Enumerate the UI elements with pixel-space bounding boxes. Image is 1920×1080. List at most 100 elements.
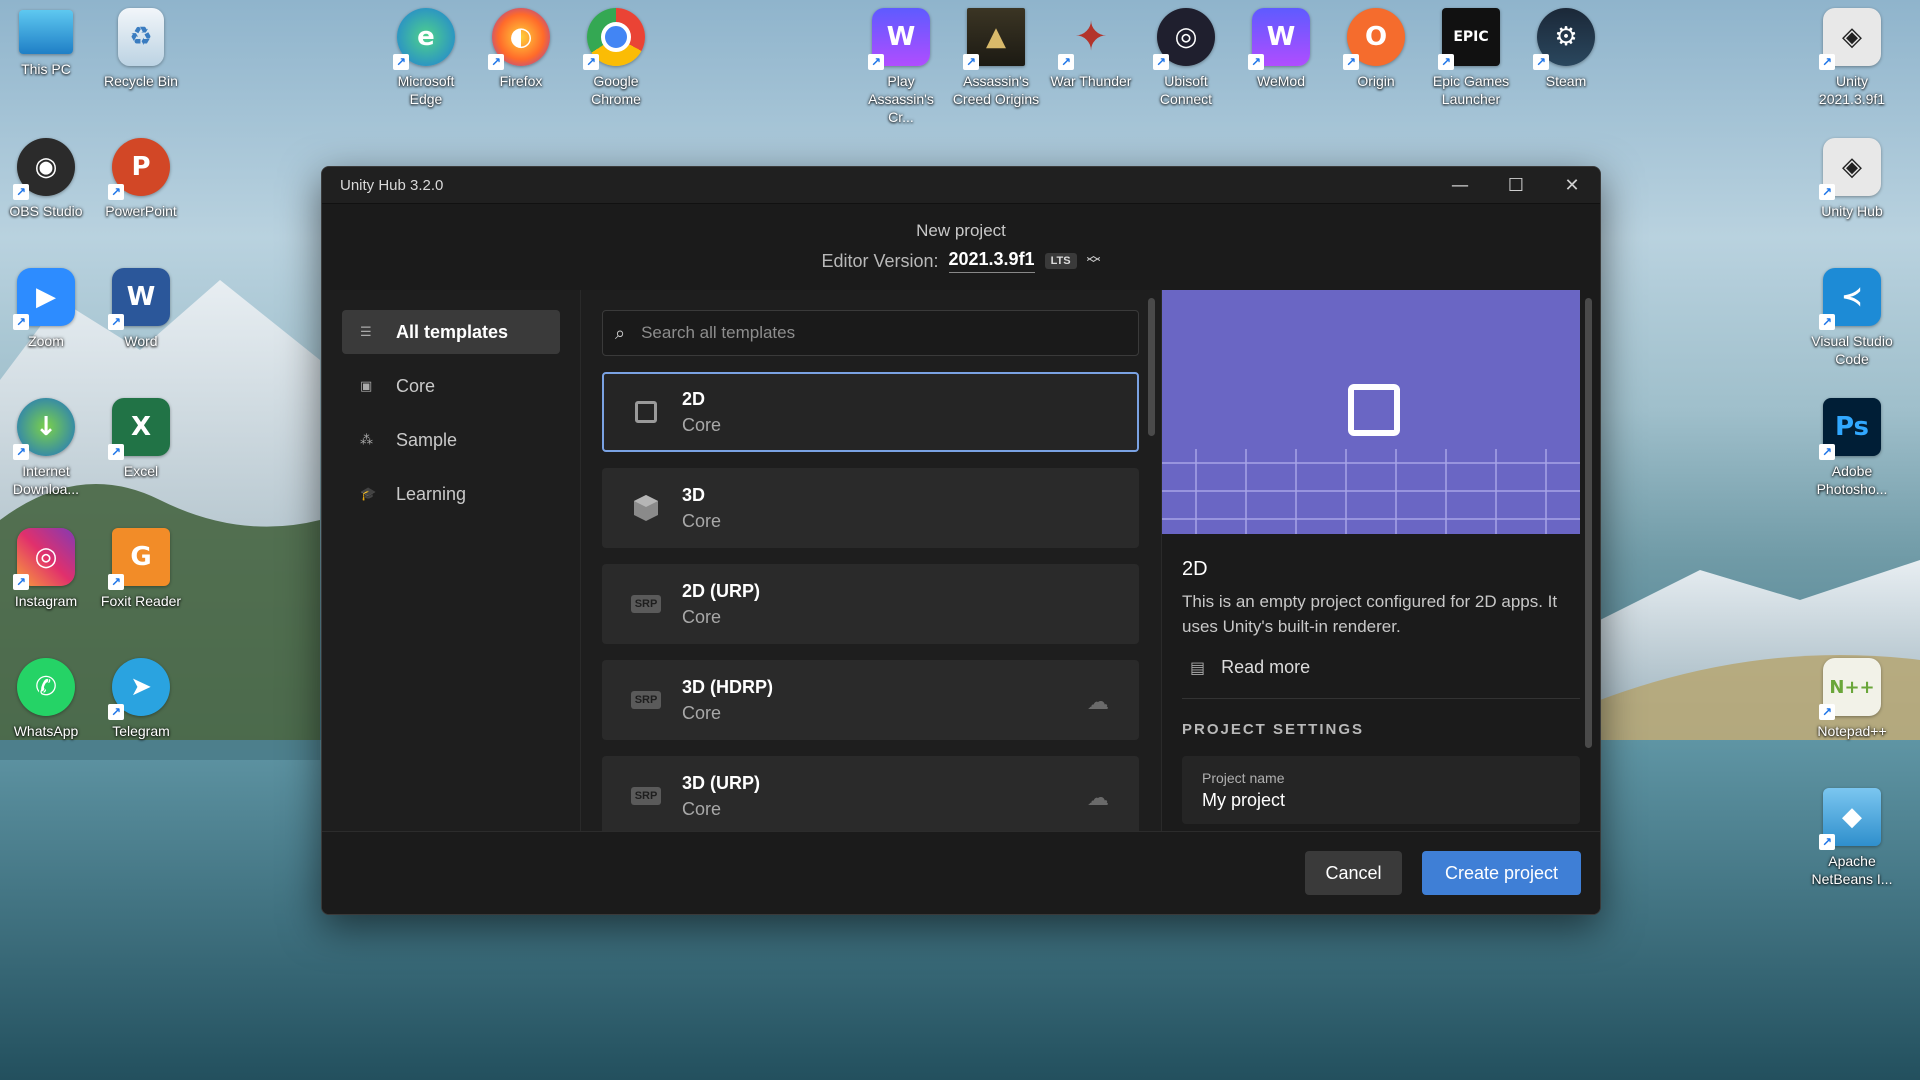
cube-icon [630, 494, 662, 522]
srp-badge-icon: SRP [630, 782, 662, 810]
window-controls: — ☐ ✕ [1432, 167, 1600, 203]
desktop-icon-powerpoint[interactable]: P ↗ PowerPoint [95, 138, 187, 220]
search-box: ⌕ [602, 310, 1139, 356]
detail-panel-scrollbar[interactable] [1585, 298, 1592, 748]
powerpoint-icon: P ↗ [108, 138, 170, 200]
desktop-icon-assassins-creed[interactable]: ▲ ↗ Assassin's Creed Origins [950, 8, 1042, 108]
dialog-header: New project Editor Version: 2021.3.9f1 L… [322, 204, 1600, 291]
desktop-icon-wemod[interactable]: W ↗ WeMod [1235, 8, 1327, 90]
desktop-icon-steam[interactable]: ⚙ ↗ Steam [1520, 8, 1612, 90]
template-card-3d-hdrp[interactable]: SRP 3D (HDRP) Core ☁ [602, 660, 1139, 740]
idm-icon: ↓ ↗ [13, 398, 75, 460]
create-project-button[interactable]: Create project [1422, 851, 1581, 895]
template-preview-image [1162, 290, 1580, 534]
preview-square-icon [1348, 384, 1400, 436]
desktop-icon-unity-hub[interactable]: ◈ ↗ Unity Hub [1806, 138, 1898, 220]
sidebar-item-learning[interactable]: 🎓 Learning [342, 472, 560, 516]
desktop-icon-idm[interactable]: ↓ ↗ Internet Downloa... [0, 398, 92, 498]
photoshop-icon: Ps ↗ [1819, 398, 1881, 460]
template-category: Core [682, 606, 722, 627]
desktop-icon-word[interactable]: W ↗ Word [95, 268, 187, 350]
project-name-input[interactable]: My project [1202, 790, 1580, 811]
ubisoft-icon: ◎ ↗ [1153, 8, 1215, 70]
desktop-icon-recycle-bin[interactable]: ♻ Recycle Bin [95, 8, 187, 90]
recycle-bin-icon: ♻ [118, 8, 164, 66]
telegram-icon: ➤ ↗ [108, 658, 170, 720]
cloud-download-icon[interactable]: ☁ [1087, 690, 1109, 715]
notepadpp-icon: N++ ↗ [1819, 658, 1881, 720]
cloud-download-icon[interactable]: ☁ [1087, 786, 1109, 811]
project-name-field[interactable]: Project name My project [1182, 756, 1580, 824]
template-category: Core [682, 798, 722, 819]
template-list: ⌕ 2D Core 3D Core [581, 290, 1162, 832]
desktop-icon-notepadpp[interactable]: N++ ↗ Notepad++ [1806, 658, 1898, 740]
sidebar-item-all-templates[interactable]: ☰ All templates [342, 310, 560, 354]
editor-version-select[interactable]: 2021.3.9f1 [948, 249, 1035, 273]
sidebar-item-sample[interactable]: ⁂ Sample [342, 418, 560, 462]
core-icon: ▣ [360, 378, 373, 394]
steam-icon: ⚙ ↗ [1533, 8, 1595, 70]
dialog-footer: Cancel Create project [322, 831, 1600, 914]
template-card-2d-urp[interactable]: SRP 2D (URP) Core [602, 564, 1139, 644]
sample-icon: ⁂ [360, 432, 373, 448]
template-card-3d-urp[interactable]: SRP 3D (URP) Core ☁ [602, 756, 1139, 832]
desktop-icon-telegram[interactable]: ➤ ↗ Telegram [95, 658, 187, 740]
edge-icon: e ↗ [393, 8, 455, 70]
desktop-icon-instagram[interactable]: ◎ ↗ Instagram [0, 528, 92, 610]
sidebar-item-label: All templates [396, 321, 509, 342]
desktop-icon-netbeans[interactable]: ◆ ↗ Apache NetBeans I... [1806, 788, 1898, 888]
vscode-icon: ≺ ↗ [1819, 268, 1881, 330]
minimize-button[interactable]: — [1432, 167, 1488, 203]
template-card-2d[interactable]: 2D Core [602, 372, 1139, 452]
detail-title: 2D [1182, 558, 1208, 580]
desktop-icon-edge[interactable]: e ↗ Microsoft Edge [380, 8, 472, 108]
desktop-icon-origin[interactable]: O ↗ Origin [1330, 8, 1422, 90]
desktop-icon-play-assassins[interactable]: W ↗ Play Assassin's Cr... [855, 8, 947, 126]
desktop-icon-excel[interactable]: X ↗ Excel [95, 398, 187, 480]
foxit-icon: G ↗ [108, 528, 170, 590]
war-thunder-icon: ✦ ↗ [1058, 8, 1120, 70]
template-list-scrollbar[interactable] [1148, 298, 1155, 436]
netbeans-icon: ◆ ↗ [1819, 788, 1881, 850]
chrome-icon: ↗ [583, 8, 645, 70]
desktop-icon-vscode[interactable]: ≺ ↗ Visual Studio Code [1806, 268, 1898, 368]
title-bar[interactable]: Unity Hub 3.2.0 — ☐ ✕ [322, 167, 1600, 204]
desktop-icon-foxit[interactable]: G ↗ Foxit Reader [95, 528, 187, 610]
search-input[interactable] [639, 322, 1104, 344]
desktop-icon-this-pc[interactable]: This PC [0, 10, 92, 78]
version-selector-chevrons-icon[interactable]: ︿ ﹀ [1087, 249, 1101, 272]
wemod-play-icon: W ↗ [868, 8, 930, 70]
word-icon: W ↗ [108, 268, 170, 330]
instagram-icon: ◎ ↗ [13, 528, 75, 590]
square-outline-icon [630, 398, 662, 426]
template-name: 2D (URP) [682, 580, 761, 601]
desktop-icon-chrome[interactable]: ↗ Google Chrome [570, 8, 662, 108]
template-category: Core [682, 510, 722, 531]
desktop-icon-obs[interactable]: ◉ ↗ OBS Studio [0, 138, 92, 220]
close-button[interactable]: ✕ [1544, 167, 1600, 203]
desktop-icon-ubisoft[interactable]: ◎ ↗ Ubisoft Connect [1140, 8, 1232, 108]
srp-badge-icon: SRP [630, 590, 662, 618]
desktop-icon-unity[interactable]: ◈ ↗ Unity 2021.3.9f1 [1806, 8, 1898, 108]
cancel-button[interactable]: Cancel [1305, 851, 1402, 895]
desktop-icon-zoom[interactable]: ▶ ↗ Zoom [0, 268, 92, 350]
desktop-icon-war-thunder[interactable]: ✦ ↗ War Thunder [1045, 8, 1137, 90]
desktop-icon-epic-games[interactable]: EPIC ↗ Epic Games Launcher [1425, 8, 1517, 108]
desktop-icon-firefox[interactable]: ◐ ↗ Firefox [475, 8, 567, 90]
sidebar-item-label: Core [396, 375, 436, 396]
detail-divider [1182, 698, 1580, 699]
epic-games-icon: EPIC ↗ [1438, 8, 1500, 70]
sidebar-item-core[interactable]: ▣ Core [342, 364, 560, 408]
learning-icon: 🎓 [360, 486, 377, 502]
obs-icon: ◉ ↗ [13, 138, 75, 200]
sidebar-item-label: Learning [396, 483, 467, 504]
read-more-link[interactable]: ▤ Read more [1190, 657, 1600, 678]
maximize-button[interactable]: ☐ [1488, 167, 1544, 203]
desktop-icon-whatsapp[interactable]: ✆ WhatsApp [0, 658, 92, 740]
template-category: Core [682, 702, 722, 723]
template-category: Core [682, 414, 722, 435]
template-card-3d[interactable]: 3D Core [602, 468, 1139, 548]
desktop-icon-photoshop[interactable]: Ps ↗ Adobe Photosho... [1806, 398, 1898, 498]
dialog-body: ☰ All templates ▣ Core ⁂ Sample 🎓 Learni… [322, 290, 1600, 832]
template-name: 3D (HDRP) [682, 676, 774, 697]
